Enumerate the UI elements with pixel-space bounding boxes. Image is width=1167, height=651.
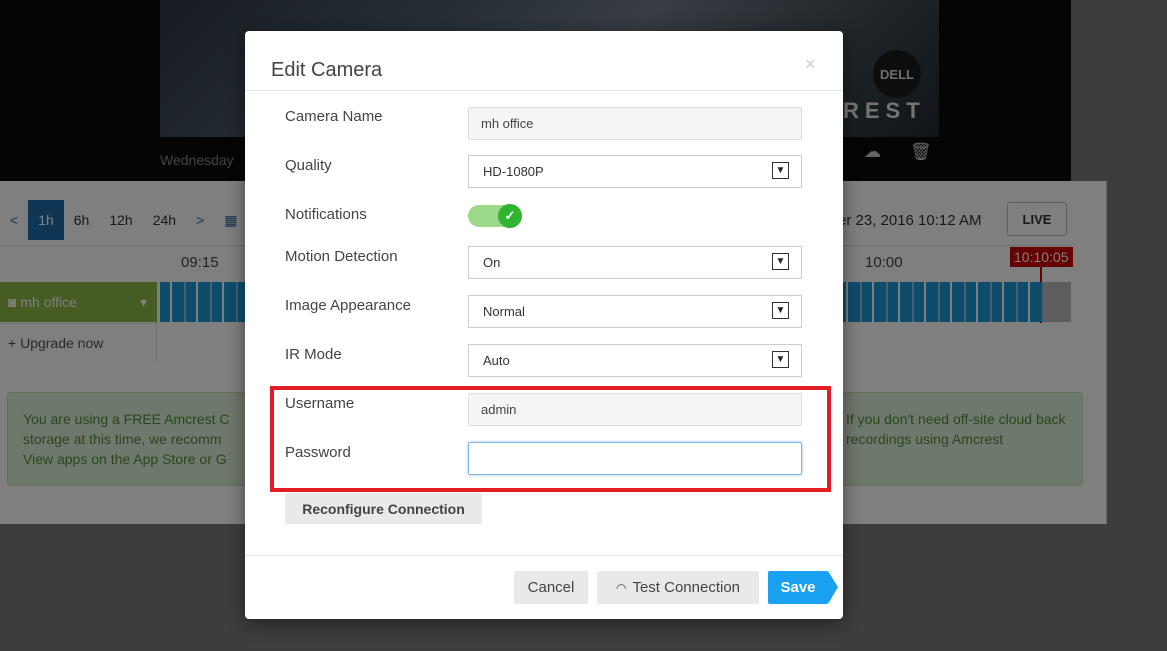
- image-appearance-select[interactable]: Normal ▼: [468, 295, 802, 328]
- image-appearance-value: Normal: [483, 304, 525, 319]
- quality-label: Quality: [285, 157, 332, 174]
- motion-detection-label: Motion Detection: [285, 248, 398, 265]
- ir-mode-label: IR Mode: [285, 346, 342, 363]
- credentials-highlight: [270, 386, 831, 492]
- test-connection-button[interactable]: ◠ Test Connection: [597, 571, 759, 604]
- save-button-arrow: [828, 571, 838, 604]
- motion-detection-value: On: [483, 255, 501, 270]
- chevron-down-icon: ▼: [772, 162, 789, 179]
- ir-mode-value: Auto: [483, 353, 510, 368]
- dialog-title: Edit Camera: [271, 59, 383, 81]
- check-icon: ✓: [498, 204, 522, 228]
- save-button[interactable]: Save: [768, 571, 828, 604]
- chevron-down-icon: ▼: [772, 302, 789, 319]
- image-appearance-label: Image Appearance: [285, 297, 411, 314]
- camera-name-label: Camera Name: [285, 108, 383, 125]
- camera-name-input[interactable]: [468, 107, 802, 140]
- notifications-toggle[interactable]: ✓: [468, 204, 522, 228]
- close-icon[interactable]: ×: [805, 54, 816, 75]
- chevron-down-icon: ▼: [772, 351, 789, 368]
- footer-divider: [245, 555, 843, 556]
- header-divider: [245, 90, 843, 91]
- notifications-label: Notifications: [285, 206, 367, 223]
- ir-mode-select[interactable]: Auto ▼: [468, 344, 802, 377]
- wifi-icon: ◠: [615, 581, 627, 595]
- motion-detection-select[interactable]: On ▼: [468, 246, 802, 279]
- chevron-down-icon: ▼: [772, 253, 789, 270]
- reconfigure-connection-button[interactable]: Reconfigure Connection: [285, 493, 482, 524]
- quality-value: HD-1080P: [483, 164, 544, 179]
- quality-select[interactable]: HD-1080P ▼: [468, 155, 802, 188]
- test-connection-label: Test Connection: [632, 579, 741, 596]
- cancel-button[interactable]: Cancel: [514, 571, 588, 604]
- edit-camera-dialog: Edit Camera × Camera Name Quality HD-108…: [245, 31, 843, 619]
